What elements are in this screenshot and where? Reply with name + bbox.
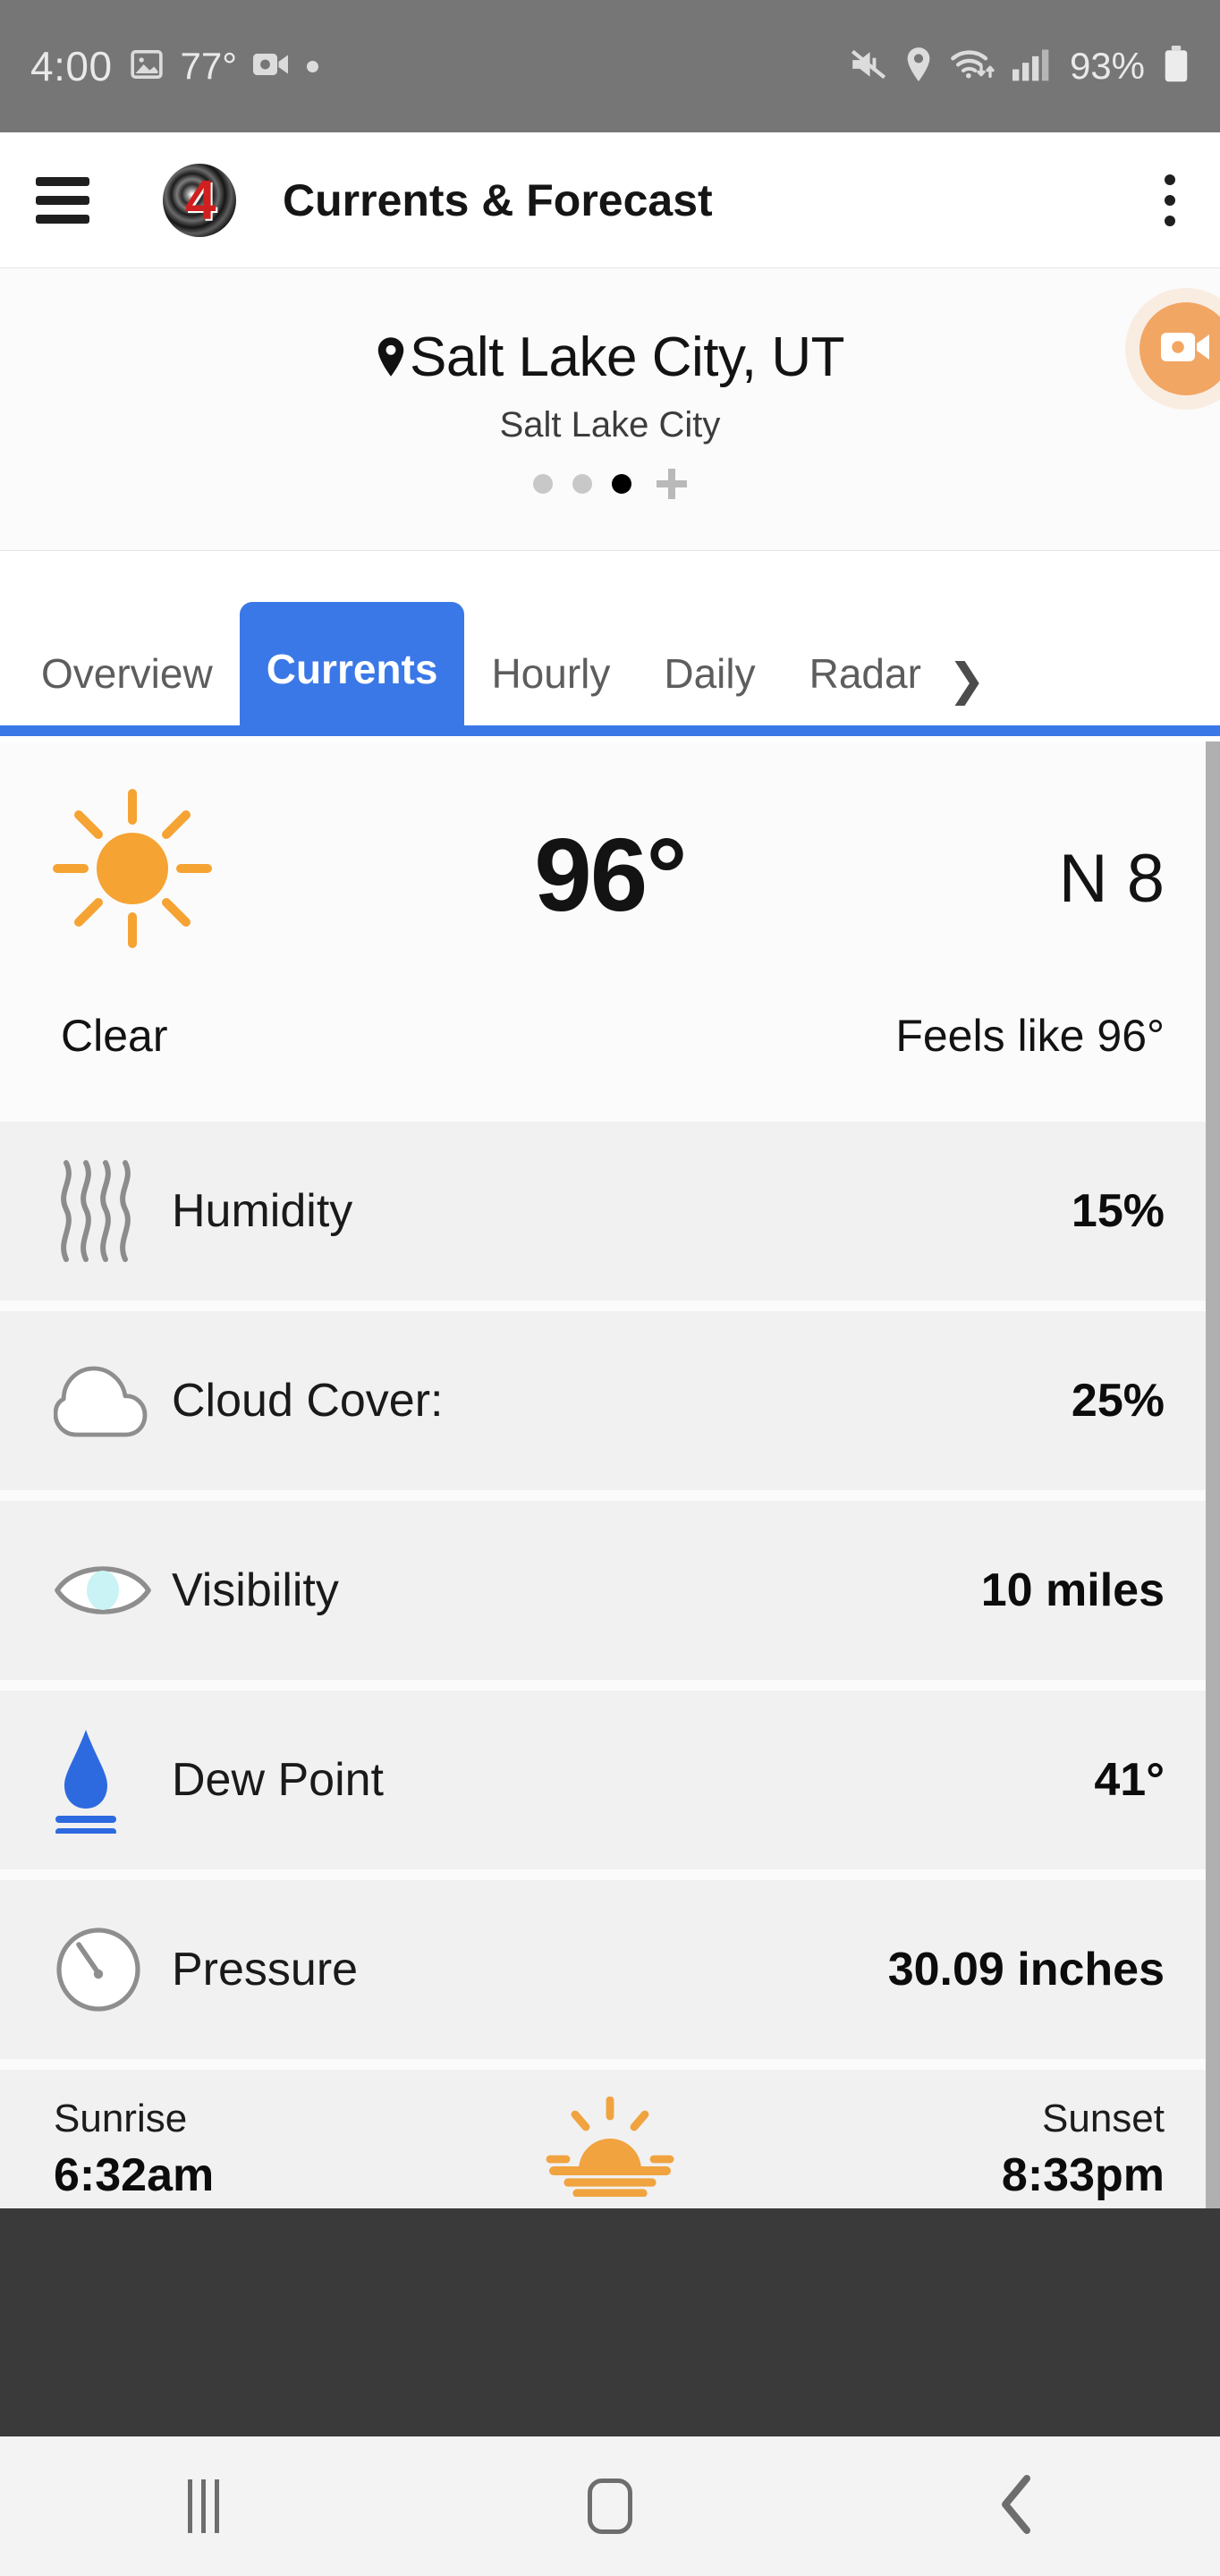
tab-currents[interactable]: Currents <box>239 602 465 736</box>
page-dot-3[interactable] <box>612 473 631 494</box>
cellular-signal-icon <box>1012 47 1052 86</box>
wind-readout: N 8 <box>1058 841 1165 917</box>
page-dot-1[interactable] <box>533 473 553 494</box>
chevron-right-icon[interactable]: ❯ <box>948 654 993 706</box>
android-nav-bar <box>0 2436 1220 2576</box>
detail-row-cloud-cover[interactable]: Cloud Cover: 25% <box>0 1311 1220 1490</box>
battery-icon <box>1163 45 1190 88</box>
back-icon <box>996 2473 1038 2540</box>
image-icon <box>129 47 165 87</box>
ad-banner-area[interactable] <box>0 2208 1220 2436</box>
detail-label: Cloud Cover: <box>172 1375 444 1427</box>
detail-row-dew-point[interactable]: Dew Point 41° <box>0 1690 1220 1869</box>
feels-like-label: Feels like 96° <box>895 1011 1165 1061</box>
location-pin-icon <box>376 336 406 377</box>
kebab-menu-icon[interactable] <box>1156 165 1184 235</box>
sun-times-row[interactable]: Sunrise 6:32am Sunset 8:33pm <box>0 2070 1220 2229</box>
detail-value: 41° <box>1094 1754 1165 1806</box>
tab-hourly[interactable]: Hourly <box>464 611 637 736</box>
detail-label: Visibility <box>172 1564 339 1616</box>
page-title: Currents & Forecast <box>283 174 713 225</box>
eye-visibility-icon <box>54 1556 157 1624</box>
page-dot-2[interactable] <box>572 473 592 494</box>
detail-value: 30.09 inches <box>887 1944 1165 1996</box>
tab-underline <box>0 725 1220 736</box>
detail-label: Dew Point <box>172 1754 384 1806</box>
detail-row-pressure[interactable]: Pressure 30.09 inches <box>0 1880 1220 2059</box>
tab-daily[interactable]: Daily <box>637 611 782 736</box>
location-icon <box>905 47 932 87</box>
app-bar: 4 Currents & Forecast <box>0 132 1220 268</box>
location-card[interactable]: Salt Lake City, UT Salt Lake City <box>0 268 1220 551</box>
logo-text: 4 <box>185 169 216 231</box>
home-icon <box>587 2479 632 2534</box>
detail-value: 15% <box>1071 1185 1165 1237</box>
video-recording-icon <box>253 49 291 84</box>
hamburger-menu-icon[interactable] <box>36 176 89 224</box>
status-bar-left: 4:00 77° <box>30 42 319 90</box>
channel-4-logo: 4 <box>163 163 236 237</box>
app-root: 4:00 77° 93% 4 Currents & Forecast Salt … <box>0 0 1220 2576</box>
water-drop-icon <box>54 1726 157 1834</box>
tab-list: Overview Currents Hourly Daily Radar ❯ <box>0 552 1220 736</box>
cloud-icon <box>54 1363 157 1438</box>
tab-overview[interactable]: Overview <box>14 611 240 736</box>
location-row: Salt Lake City, UT <box>376 326 845 389</box>
mute-icon <box>850 47 887 86</box>
detail-value: 10 miles <box>980 1564 1165 1616</box>
status-clock: 4:00 <box>30 43 113 89</box>
status-bar: 4:00 77° 93% <box>0 0 1220 132</box>
detail-value: 25% <box>1071 1375 1165 1427</box>
condition-label: Clear <box>61 1011 168 1061</box>
video-camera-icon <box>1161 328 1211 370</box>
record-dot-icon <box>307 60 319 72</box>
detail-row-humidity[interactable]: Humidity 15% <box>0 1122 1220 1301</box>
back-button[interactable] <box>928 2457 1106 2555</box>
detail-row-visibility[interactable]: Visibility 10 miles <box>0 1501 1220 1680</box>
recents-icon <box>187 2479 219 2533</box>
add-location-button[interactable] <box>657 468 687 499</box>
status-battery-text: 93% <box>1069 45 1145 87</box>
sunrise-icon-wrap <box>0 2096 1220 2201</box>
sunrise-icon <box>543 2096 677 2201</box>
recents-button[interactable] <box>114 2457 292 2555</box>
page-indicator <box>533 468 687 499</box>
location-name: Salt Lake City, UT <box>409 326 845 388</box>
current-conditions-hero: 96° N 8 Clear Feels like 96° <box>0 741 1220 1122</box>
tab-radar[interactable]: Radar <box>783 611 948 736</box>
location-subtitle: Salt Lake City <box>499 404 721 445</box>
vertical-scrollbar[interactable] <box>1206 741 1220 2208</box>
detail-label: Humidity <box>172 1185 353 1237</box>
humidity-waves-icon <box>54 1157 157 1265</box>
pressure-gauge-icon <box>54 1925 157 2014</box>
wifi-icon <box>950 47 995 87</box>
detail-label: Pressure <box>172 1944 359 1996</box>
status-temperature: 77° <box>180 45 238 87</box>
tab-bar: Overview Currents Hourly Daily Radar ❯ <box>0 552 1220 736</box>
currents-panel: 96° N 8 Clear Feels like 96° Humidity 15… <box>0 741 1220 2229</box>
current-temperature: 96° <box>534 817 687 933</box>
home-button[interactable] <box>521 2457 699 2555</box>
status-bar-right: 93% <box>850 45 1190 88</box>
